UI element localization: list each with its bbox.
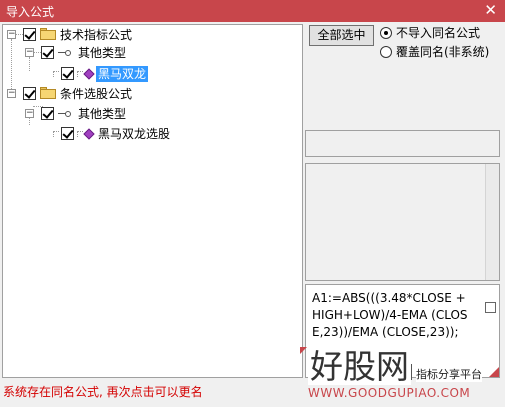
radio-button[interactable] — [380, 27, 392, 39]
checkbox[interactable] — [41, 107, 54, 120]
status-message: 系统存在同名公式, 再次点击可以更名 — [3, 385, 203, 399]
title-bar: 导入公式 ✕ — [0, 0, 505, 22]
checkbox[interactable] — [41, 46, 54, 59]
dots-icon — [53, 131, 59, 137]
checkbox[interactable] — [23, 87, 36, 100]
folder-icon — [40, 87, 56, 99]
tree-node-tech-formulas[interactable]: − 技术指标公式 — [3, 26, 303, 44]
close-icon[interactable]: ✕ — [484, 1, 497, 19]
select-all-button[interactable]: 全部选中 — [309, 25, 374, 46]
formula-gem-icon — [83, 68, 95, 80]
dots-icon — [77, 71, 83, 77]
radio-button[interactable] — [380, 46, 392, 58]
formula-text: A1:=ABS(((3.48*CLOSE +HIGH+LOW)/4-EMA (C… — [312, 291, 468, 339]
watermark-tagline: 指标分享平台 — [416, 366, 482, 382]
window-title: 导入公式 — [6, 5, 55, 19]
folder-icon — [40, 28, 56, 40]
watermark-logo: 好股网 — [308, 347, 411, 386]
tree-node-heima-shuanglong[interactable]: 黑马双龙 — [3, 65, 303, 83]
checkbox[interactable] — [61, 127, 74, 140]
tree-node-label: 黑马双龙选股 — [98, 127, 171, 141]
tree-node-label-selected: 黑马双龙 — [96, 66, 149, 82]
tree-node-label: 条件选股公式 — [60, 87, 133, 101]
tree-node-label: 其他类型 — [78, 107, 127, 121]
checkbox[interactable] — [61, 67, 74, 80]
scrollbar[interactable] — [485, 164, 499, 280]
formula-tree[interactable]: − 技术指标公式 − 其他类型 黑马双龙 − 条件选股公式 − 其他类型 黑马双… — [2, 24, 303, 378]
key-icon — [58, 109, 72, 119]
collapse-icon[interactable]: − — [7, 89, 16, 98]
tree-node-label: 技术指标公式 — [60, 28, 133, 42]
collapse-icon[interactable]: − — [25, 109, 34, 118]
collapse-icon[interactable]: − — [25, 48, 34, 57]
radio-label: 不导入同名公式 — [396, 26, 481, 40]
tree-node-other-type[interactable]: − 其他类型 — [3, 44, 303, 62]
dots-icon — [53, 71, 59, 77]
description-area[interactable] — [305, 163, 500, 281]
key-icon — [58, 48, 72, 58]
tree-node-heima-xuangu[interactable]: 黑马双龙选股 — [3, 125, 303, 143]
watermark-url: WWW.GOODGUPIAO.COM — [308, 386, 471, 400]
watermark-divider — [411, 364, 412, 380]
checkbox[interactable] — [23, 28, 36, 41]
dots-icon — [77, 131, 83, 137]
radio-label: 覆盖同名(非系统) — [396, 45, 490, 59]
formula-gem-icon — [83, 128, 95, 140]
corner-mark — [300, 347, 307, 354]
name-field — [305, 130, 500, 157]
preview-checkbox[interactable] — [485, 302, 496, 313]
tree-node-condition-formulas[interactable]: − 条件选股公式 — [3, 85, 303, 103]
resize-grip[interactable] — [489, 367, 499, 377]
tree-node-other-type-2[interactable]: − 其他类型 — [3, 105, 303, 123]
collapse-icon[interactable]: − — [7, 30, 16, 39]
tree-node-label: 其他类型 — [78, 46, 127, 60]
